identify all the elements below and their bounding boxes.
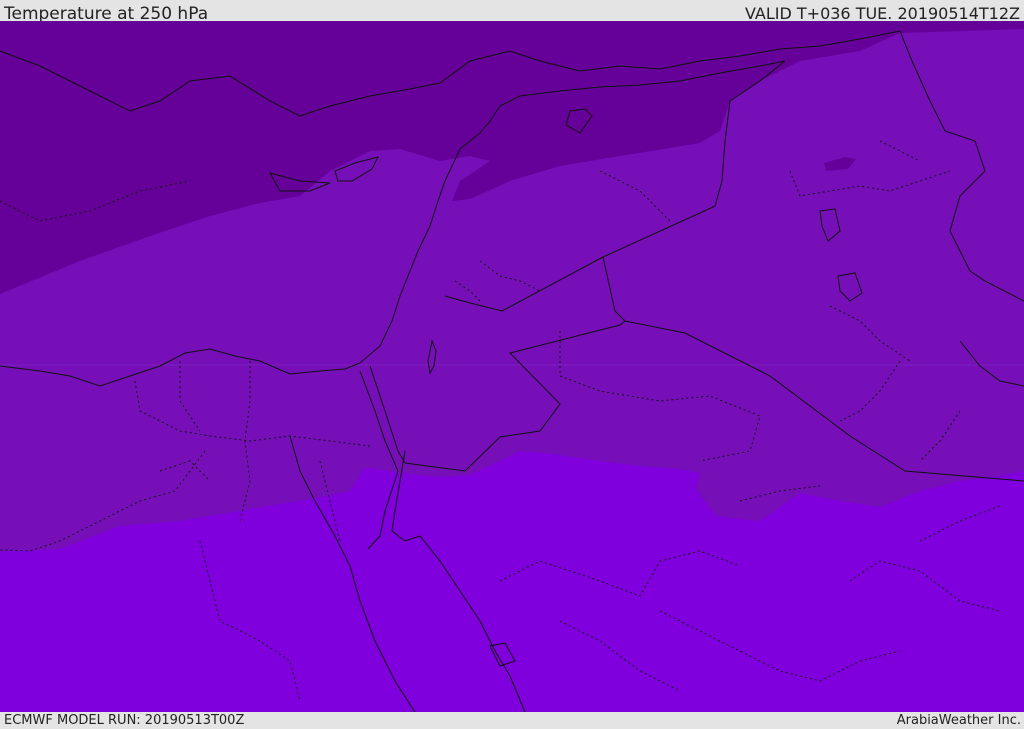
footer-bar: ECMWF MODEL RUN: 20190513T00Z ArabiaWeat… — [0, 712, 1024, 729]
model-run-label: ECMWF MODEL RUN: 20190513T00Z — [4, 713, 245, 728]
credit-label: ArabiaWeather Inc. — [896, 713, 1021, 728]
map-canvas — [0, 21, 1024, 712]
header-bar: Temperature at 250 hPa VALID T+036 TUE. … — [0, 0, 1024, 24]
map-area[interactable] — [0, 21, 1024, 712]
